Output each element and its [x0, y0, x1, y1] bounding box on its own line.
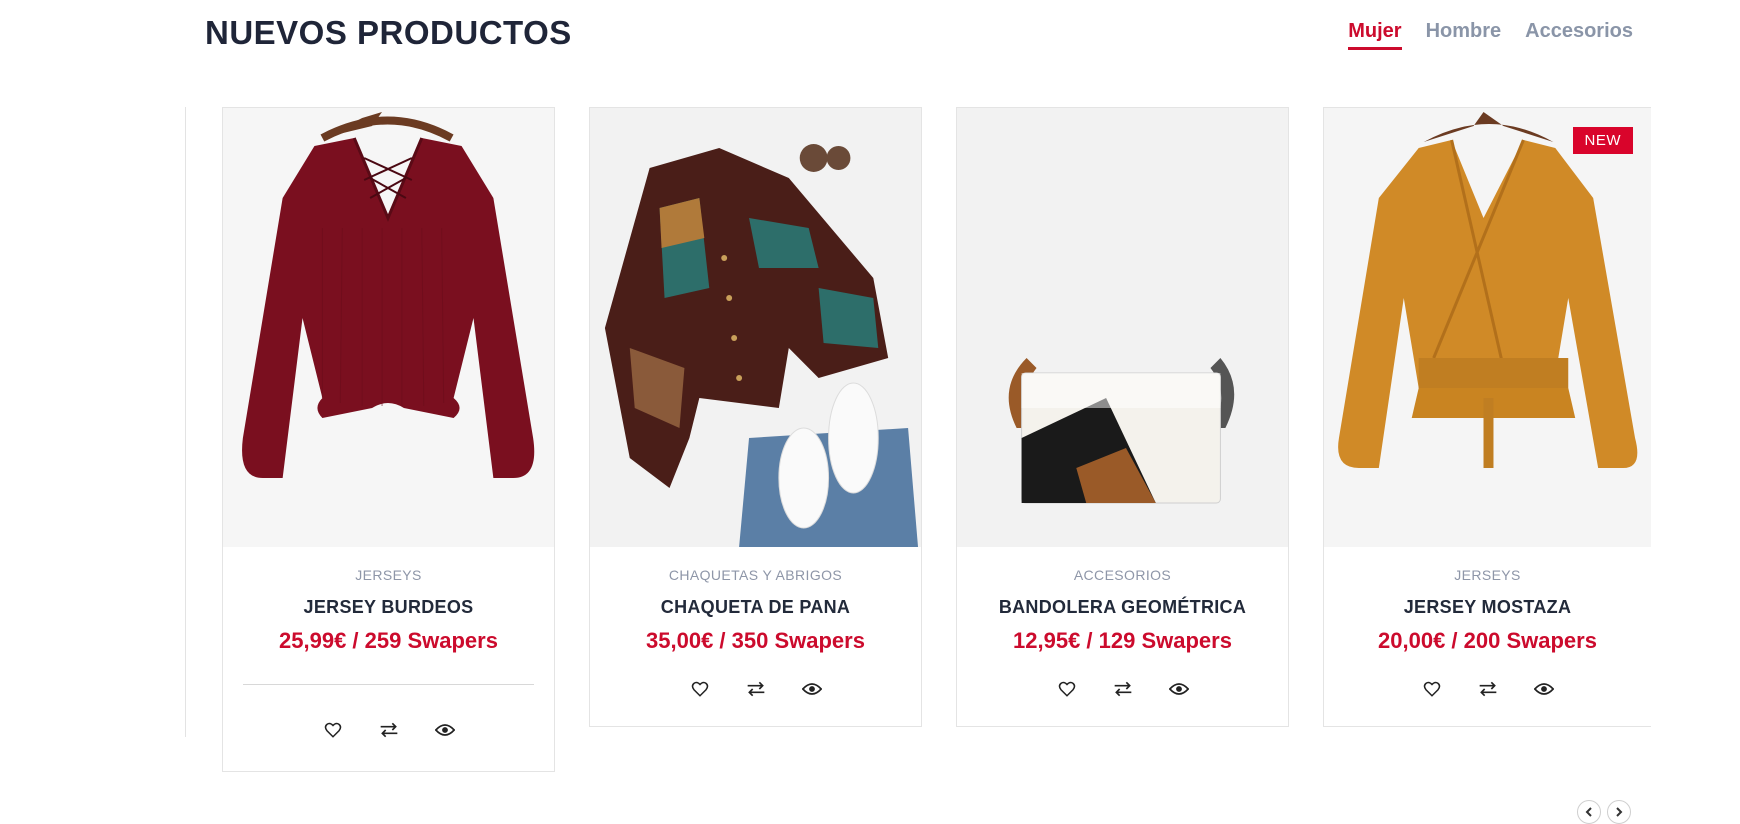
eye-icon[interactable]: [434, 719, 456, 741]
tab-mujer[interactable]: Mujer: [1348, 20, 1402, 50]
arrows-exchange-icon[interactable]: [1112, 678, 1134, 700]
heart-icon[interactable]: [689, 678, 711, 700]
category-tabs: Mujer Hombre Accesorios: [1348, 20, 1633, 50]
heart-icon[interactable]: [1056, 678, 1078, 700]
new-badge: NEW: [1572, 127, 1633, 154]
eye-icon[interactable]: [801, 678, 823, 700]
tab-accesorios[interactable]: Accesorios: [1525, 20, 1633, 50]
product-actions: [1324, 678, 1651, 726]
tab-hombre[interactable]: Hombre: [1426, 20, 1502, 50]
product-card[interactable]: JERSEYS JERSEY BURDEOS 25,99€ / 259 Swap…: [222, 107, 555, 772]
product-category: CHAQUETAS Y ABRIGOS: [668, 567, 843, 583]
chevron-right-icon[interactable]: [1607, 800, 1631, 824]
product-image[interactable]: NEW: [1324, 108, 1651, 547]
product-price: 20,00€ / 200 Swapers: [1378, 628, 1597, 653]
eye-icon[interactable]: [1168, 678, 1190, 700]
product-price: 35,00€ / 350 Swapers: [646, 628, 865, 653]
product-price: 25,99€ / 259 Swapers: [279, 628, 498, 653]
product-name[interactable]: BANDOLERA GEOMÉTRICA: [957, 597, 1288, 618]
heart-icon[interactable]: [1421, 678, 1443, 700]
product-card[interactable]: ACCESORIOS BANDOLERA GEOMÉTRICA 12,95€ /…: [956, 107, 1289, 727]
product-name[interactable]: JERSEY MOSTAZA: [1324, 597, 1651, 618]
chevron-left-icon[interactable]: [1577, 800, 1601, 824]
carousel-nav: [1577, 800, 1631, 824]
arrows-exchange-icon[interactable]: [745, 678, 767, 700]
section-title: NUEVOS PRODUCTOS: [205, 14, 572, 51]
heart-icon[interactable]: [322, 719, 344, 741]
product-image[interactable]: [223, 108, 554, 547]
previous-card-edge: [185, 107, 186, 737]
product-actions: [957, 678, 1288, 726]
product-card[interactable]: CHAQUETAS Y ABRIGOS CHAQUETA DE PANA 35,…: [589, 107, 922, 727]
arrows-exchange-icon[interactable]: [378, 719, 400, 741]
product-category: JERSEYS: [355, 567, 422, 583]
product-image[interactable]: [590, 108, 921, 547]
product-category: ACCESORIOS: [1073, 567, 1172, 583]
product-name[interactable]: CHAQUETA DE PANA: [590, 597, 921, 618]
eye-icon[interactable]: [1533, 678, 1555, 700]
product-price: 12,95€ / 129 Swapers: [1013, 628, 1232, 653]
product-name[interactable]: JERSEY BURDEOS: [223, 597, 554, 618]
divider: [243, 684, 534, 685]
product-category: JERSEYS: [1454, 567, 1521, 583]
product-image[interactable]: [957, 108, 1288, 547]
product-actions: [223, 719, 554, 771]
product-card[interactable]: NEW JERSEYS JERSEY MOSTAZA 20,00€ / 200 …: [1323, 107, 1651, 727]
product-actions: [590, 678, 921, 726]
arrows-exchange-icon[interactable]: [1477, 678, 1499, 700]
